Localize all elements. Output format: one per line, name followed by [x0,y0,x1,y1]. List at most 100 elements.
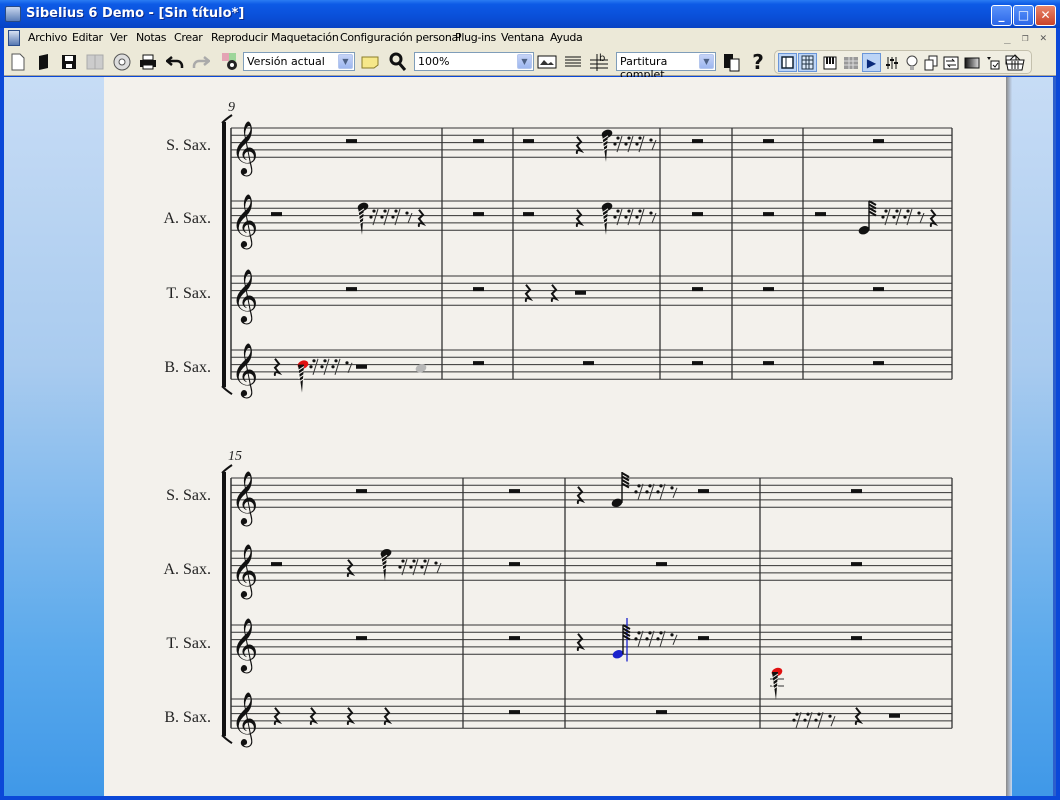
rest-half[interactable] [509,710,520,715]
rest-dot[interactable] [648,484,652,488]
rest-half[interactable] [356,636,367,641]
rest-half[interactable] [698,636,709,641]
rest-half[interactable] [346,287,357,292]
rest-half[interactable] [873,139,884,144]
rest-half[interactable] [509,562,520,567]
rest-dot[interactable] [656,637,660,641]
rest-half[interactable] [583,361,594,366]
rest-half[interactable] [692,212,703,217]
rest-dot[interactable] [320,365,324,369]
rest-dot[interactable] [637,484,641,488]
rest-dot[interactable] [792,718,796,722]
rest-half[interactable] [473,212,484,217]
rest-dot[interactable] [634,490,638,494]
rest-half[interactable] [692,139,703,144]
rest-stem[interactable] [919,212,925,224]
rest-dot[interactable] [906,209,910,213]
rest-half[interactable] [851,636,862,641]
rest-half[interactable] [473,361,484,366]
rest-quarter[interactable] [524,284,534,302]
treble-clef[interactable]: 𝄞 [231,543,258,599]
rest-dot[interactable] [645,490,649,494]
rest-half[interactable] [692,287,703,292]
rest-dot[interactable] [638,136,642,140]
rest-half[interactable] [763,139,774,144]
rest-quarter[interactable] [929,209,939,227]
treble-clef[interactable]: 𝄞 [231,120,258,176]
rest-half[interactable] [575,290,586,295]
rest-dot[interactable] [795,712,799,716]
rest-dot[interactable] [624,142,628,146]
rest-quarter[interactable] [309,707,319,725]
rest-dot[interactable] [917,211,921,215]
rest-dot[interactable] [649,211,653,215]
rest-half[interactable] [763,361,774,366]
rest-half[interactable] [873,287,884,292]
rest-stem[interactable] [407,212,413,224]
treble-clef[interactable]: 𝄞 [231,470,258,526]
rest-dot[interactable] [659,631,663,635]
rest-quarter[interactable] [417,209,427,227]
rest-half[interactable] [523,139,534,144]
rest-quarter[interactable] [575,209,585,227]
rest-half[interactable] [692,361,703,366]
rest-half[interactable] [356,364,367,369]
rest-dot[interactable] [613,142,617,146]
rest-dot[interactable] [828,714,832,718]
rest-half[interactable] [346,139,357,144]
rest-dot[interactable] [423,559,427,563]
rest-quarter[interactable] [346,559,356,577]
rest-half[interactable] [763,287,774,292]
treble-clef[interactable]: 𝄞 [231,193,258,249]
rest-dot[interactable] [634,637,638,641]
rest-half[interactable] [851,489,862,494]
rest-dot[interactable] [616,136,620,140]
rest-dot[interactable] [345,361,349,365]
rest-stem[interactable] [651,139,657,151]
rest-half[interactable] [656,710,667,715]
rest-quarter[interactable] [383,707,393,725]
rest-dot[interactable] [659,484,663,488]
rest-quarter[interactable] [576,486,586,504]
rest-dot[interactable] [806,712,810,716]
rest-dot[interactable] [409,565,413,569]
rest-dot[interactable] [627,136,631,140]
rest-dot[interactable] [401,559,405,563]
treble-clef[interactable]: 𝄞 [231,691,258,747]
rest-dot[interactable] [635,142,639,146]
rest-dot[interactable] [369,215,373,219]
rest-half[interactable] [763,212,774,217]
rest-half[interactable] [473,139,484,144]
rest-dot[interactable] [405,211,409,215]
rest-dot[interactable] [383,209,387,213]
rest-half[interactable] [271,562,282,567]
rest-dot[interactable] [656,490,660,494]
rest-dot[interactable] [903,215,907,219]
rest-stem[interactable] [651,212,657,224]
rest-dot[interactable] [380,215,384,219]
rest-quarter[interactable] [273,707,283,725]
rest-half[interactable] [523,212,534,217]
rest-half[interactable] [656,562,667,567]
rest-dot[interactable] [331,365,335,369]
rest-dot[interactable] [323,359,327,363]
rest-dot[interactable] [892,215,896,219]
rest-dot[interactable] [312,359,316,363]
rest-half[interactable] [873,361,884,366]
rest-half[interactable] [356,489,367,494]
rest-dot[interactable] [670,633,674,637]
rest-dot[interactable] [398,565,402,569]
rest-half[interactable] [851,562,862,567]
rest-half[interactable] [889,713,900,718]
treble-clef[interactable]: 𝄞 [231,617,258,673]
rest-half[interactable] [271,212,282,217]
rest-dot[interactable] [670,486,674,490]
rest-dot[interactable] [309,365,313,369]
rest-quarter[interactable] [576,633,586,651]
rest-dot[interactable] [434,561,438,565]
rest-dot[interactable] [635,215,639,219]
score-canvas[interactable]: 9 S. Sax. A. Sax. T. Sax. B. Sax. 15 S. … [0,0,1060,800]
rest-dot[interactable] [391,215,395,219]
rest-half[interactable] [698,489,709,494]
rest-stem[interactable] [436,562,442,574]
